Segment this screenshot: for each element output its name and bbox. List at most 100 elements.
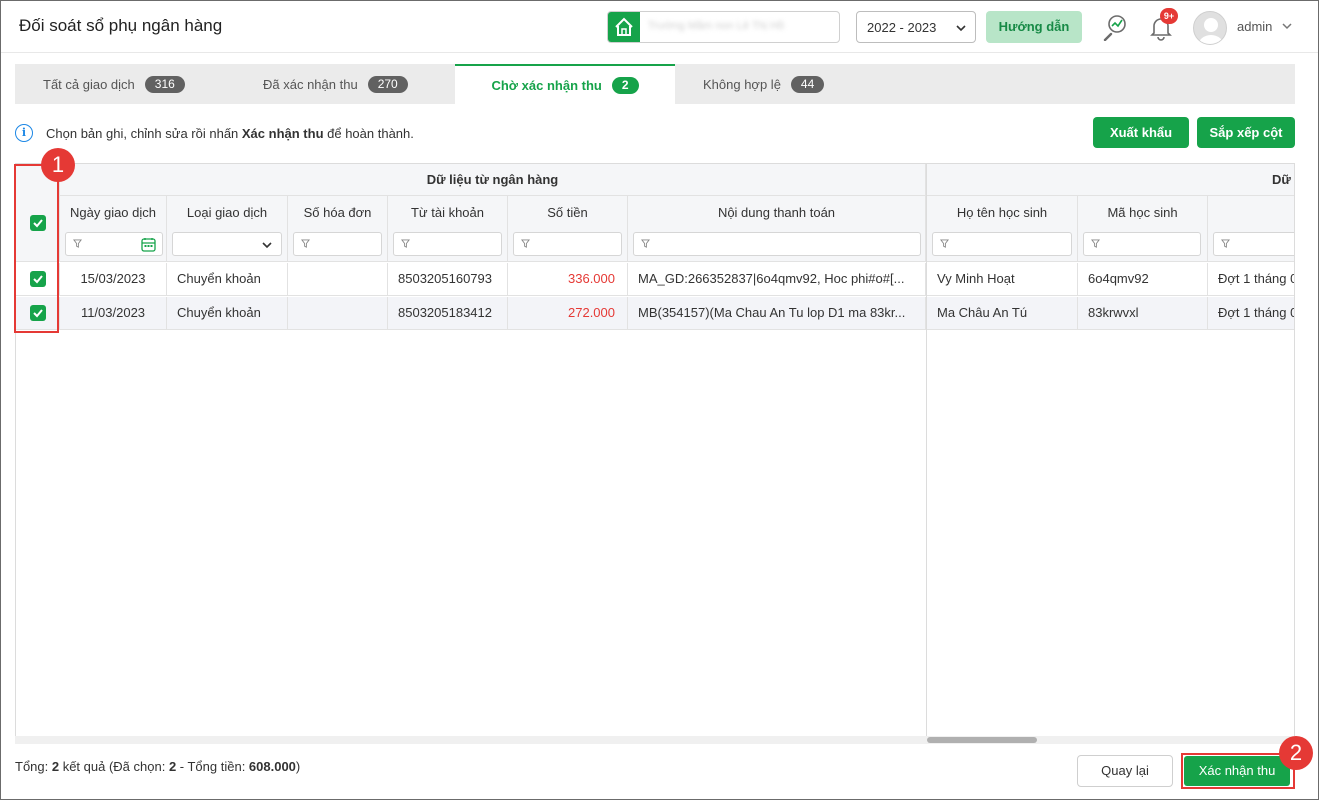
info-text-part: Chọn bản ghi, chỉnh sửa rồi nhấn xyxy=(46,126,242,141)
invoice-filter[interactable] xyxy=(293,232,382,256)
column-header-type: Loại giao dịch xyxy=(167,196,288,262)
tab-count-badge: 270 xyxy=(367,75,408,93)
chevron-down-icon xyxy=(262,242,272,249)
group-header-data: Dữ xyxy=(927,164,1294,196)
amount-filter[interactable] xyxy=(513,232,622,256)
tab-label: Không hợp lệ xyxy=(703,76,781,92)
cell-student-name[interactable]: Vy Minh Hoạt xyxy=(927,263,1078,296)
cell-student-code[interactable]: 6o4qmv92 xyxy=(1078,263,1208,296)
step-marker-1: 1 xyxy=(41,148,75,182)
tab-invalid[interactable]: Không hợp lệ 44 xyxy=(703,64,825,104)
column-title: Họ tên học sinh xyxy=(956,205,1048,220)
step-marker-2: 2 xyxy=(1279,736,1313,770)
avatar[interactable] xyxy=(1193,11,1227,45)
school-home-icon xyxy=(608,12,640,42)
column-title: Nội dung thanh toán xyxy=(717,205,836,220)
total-results: 2 xyxy=(51,759,60,774)
column-title: Số tiền xyxy=(547,205,588,220)
student-code-filter[interactable] xyxy=(1083,232,1201,256)
info-icon: i xyxy=(15,124,33,142)
column-title: Loại giao dịch xyxy=(186,205,268,220)
user-menu-chevron-icon[interactable] xyxy=(1281,21,1293,31)
cell-content[interactable]: MA_GD:266352837|6o4qmv92, Hoc phi#o#[... xyxy=(628,263,926,296)
tab-label: Đã xác nhận thu xyxy=(263,76,358,92)
summary-text: Tổng: xyxy=(15,759,52,774)
column-title: Từ tài khoản xyxy=(410,205,485,220)
chevron-down-icon xyxy=(956,25,966,32)
column-header-date: Ngày giao dịch xyxy=(60,196,167,262)
info-text-bold: Xác nhận thu xyxy=(241,126,324,141)
cell-account[interactable]: 8503205160793 xyxy=(388,263,508,296)
cell-content[interactable]: MB(354157)(Ma Chau An Tu lop D1 ma 83kr.… xyxy=(628,297,926,330)
search-analytics-icon[interactable] xyxy=(1101,13,1129,42)
export-button[interactable]: Xuất khẩu xyxy=(1093,117,1189,148)
content-filter[interactable] xyxy=(633,232,921,256)
account-filter[interactable] xyxy=(393,232,502,256)
summary-text: ) xyxy=(295,759,301,774)
cell-type[interactable]: Chuyển khoản xyxy=(167,263,288,296)
cell-invoice[interactable] xyxy=(288,297,388,330)
tab-confirmed[interactable]: Đã xác nhận thu 270 xyxy=(263,64,408,104)
column-header-account: Từ tài khoản xyxy=(388,196,508,262)
period-filter[interactable] xyxy=(1213,232,1294,256)
back-button[interactable]: Quay lại xyxy=(1077,755,1173,787)
summary-text: kết quả (Đã chọn: xyxy=(59,759,169,774)
filter-icon xyxy=(521,239,530,248)
filter-icon xyxy=(1221,239,1230,248)
info-message: Chọn bản ghi, chỉnh sửa rồi nhấn Xác nhậ… xyxy=(46,126,414,141)
filter-icon xyxy=(401,239,410,248)
filter-icon xyxy=(940,239,949,248)
column-header-invoice: Số hóa đơn xyxy=(288,196,388,262)
column-title: Mã học sinh xyxy=(1107,205,1178,220)
tab-count-badge: 2 xyxy=(611,76,639,94)
column-header-period xyxy=(1208,196,1294,262)
column-header-student-name: Họ tên học sinh xyxy=(927,196,1078,262)
cell-date[interactable]: 15/03/2023 xyxy=(60,263,167,296)
arrange-columns-button[interactable]: Sắp xếp cột xyxy=(1197,117,1295,148)
result-summary: Tổng: 2 kết quả (Đã chọn: 2 - Tổng tiền:… xyxy=(15,759,300,774)
highlight-checkbox-column xyxy=(14,164,59,333)
notification-badge: 9+ xyxy=(1160,8,1178,24)
cell-invoice[interactable] xyxy=(288,263,388,296)
tab-pending-confirmation[interactable]: Chờ xác nhận thu 2 xyxy=(455,64,675,104)
user-name[interactable]: admin xyxy=(1237,19,1272,34)
filter-icon xyxy=(641,239,650,248)
cell-period[interactable]: Đợt 1 tháng 0 xyxy=(1208,263,1294,296)
column-header-amount: Số tiền xyxy=(508,196,628,262)
page-title: Đối soát sổ phụ ngân hàng xyxy=(19,16,223,35)
tab-count-badge: 316 xyxy=(144,75,185,93)
highlight-confirm-button xyxy=(1181,753,1295,789)
filter-icon xyxy=(301,239,310,248)
horizontal-scrollbar[interactable] xyxy=(15,736,1295,744)
guide-button[interactable]: Hướng dẫn xyxy=(986,11,1082,43)
cell-student-code[interactable]: 83krwvxl xyxy=(1078,297,1208,330)
cell-type[interactable]: Chuyển khoản xyxy=(167,297,288,330)
school-year-select[interactable]: 2022 - 2023 xyxy=(856,11,976,43)
column-header-content: Nội dung thanh toán xyxy=(628,196,926,262)
tab-all-transactions[interactable]: Tất cả giao dịch 316 xyxy=(43,64,185,104)
scrollbar-thumb[interactable] xyxy=(927,737,1037,743)
column-title: Số hóa đơn xyxy=(303,205,372,220)
column-header-student-code: Mã học sinh xyxy=(1078,196,1208,262)
frozen-column-divider xyxy=(926,164,927,742)
calendar-icon[interactable] xyxy=(141,237,156,252)
tab-label: Tất cả giao dịch xyxy=(43,76,135,92)
cell-student-name[interactable]: Ma Châu An Tú xyxy=(927,297,1078,330)
type-filter-select[interactable] xyxy=(172,232,282,256)
filter-icon xyxy=(73,239,82,248)
status-tabs: Tất cả giao dịch 316 Đã xác nhận thu 270… xyxy=(15,64,1295,104)
transactions-table: Dữ liệu từ ngân hàng Dữ Ngày giao dịch L… xyxy=(15,163,1295,743)
cell-amount[interactable]: 272.000 xyxy=(508,297,628,330)
cell-period[interactable]: Đợt 1 tháng 0 xyxy=(1208,297,1294,330)
date-filter[interactable] xyxy=(65,232,163,256)
tab-count-badge: 44 xyxy=(790,75,825,93)
cell-date[interactable]: 11/03/2023 xyxy=(60,297,167,330)
total-amount: 608.000 xyxy=(248,759,296,774)
cell-account[interactable]: 8503205183412 xyxy=(388,297,508,330)
tab-label: Chờ xác nhận thu xyxy=(491,77,602,93)
school-year-value: 2022 - 2023 xyxy=(867,20,937,35)
student-name-filter[interactable] xyxy=(932,232,1072,256)
cell-amount[interactable]: 336.000 xyxy=(508,263,628,296)
column-title: Ngày giao dịch xyxy=(70,205,156,220)
school-selector[interactable]: Trường Mầm non Lê Thị Hồ xyxy=(607,11,840,43)
